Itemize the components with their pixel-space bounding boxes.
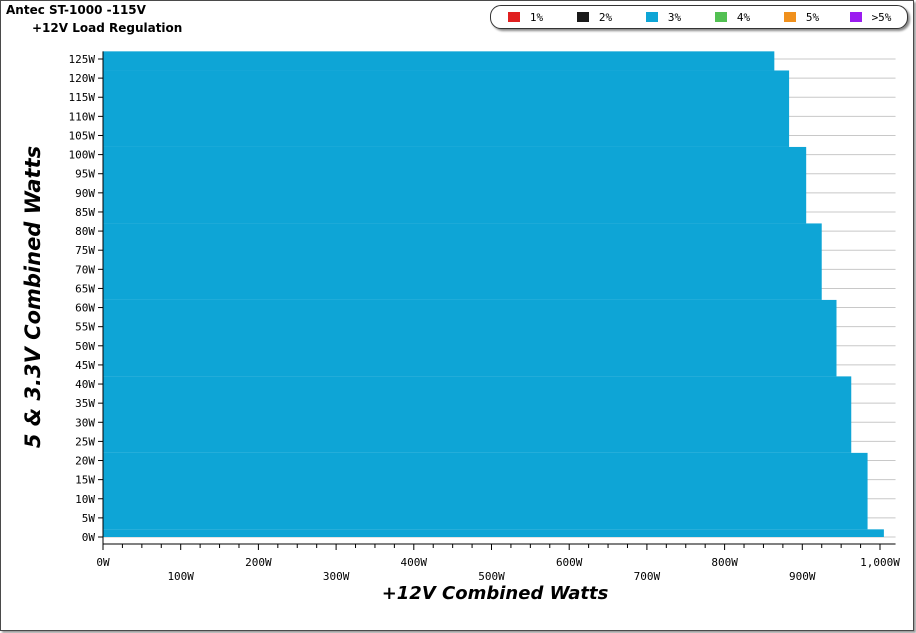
x-tick-label: 100W [167,570,194,583]
area-step-1 [103,452,868,530]
x-tick-label: 800W [711,556,738,569]
y-tick-label: 70W [75,263,95,276]
x-tick-label: 0W [96,556,110,569]
y-tick-label: 0W [82,531,96,544]
x-tick-label: 600W [556,556,583,569]
x-tick-label: 500W [478,570,505,583]
y-tick-label: 10W [75,493,95,506]
y-tick-label: 60W [75,302,95,315]
area-step-2 [103,376,852,453]
y-tick-label: 15W [75,474,95,487]
x-tick-label: 300W [323,570,350,583]
x-tick-label: 200W [245,556,272,569]
y-tick-label: 100W [69,149,96,162]
x-tick-label: 400W [401,556,428,569]
x-tick-label: 700W [634,570,661,583]
y-tick-label: 45W [75,359,95,372]
y-tick-label: 20W [75,455,95,468]
y-tick-label: 95W [75,168,95,181]
y-tick-label: 50W [75,340,95,353]
y-tick-label: 25W [75,435,95,448]
y-tick-label: 110W [69,110,96,123]
y-tick-label: 105W [69,129,96,142]
y-tick-label: 5W [82,512,96,525]
y-tick-label: 30W [75,416,95,429]
y-axis-label: 5 & 3.3V Combined Watts [21,145,45,449]
y-tick-label: 80W [75,225,95,238]
y-tick-label: 65W [75,282,95,295]
chart-plot: 0W 5W 10W 15W 20W 25W 30W 35W 40W 45W 50W 55W 60W 65W… [69,51,900,583]
y-tick-label: 85W [75,206,95,219]
y-tick-label: 90W [75,187,95,200]
y-tick-label: 40W [75,378,95,391]
area-step-4 [103,223,822,300]
area-step-5 [103,146,807,224]
y-tick-label: 55W [75,321,95,334]
x-tick-label: 900W [789,570,816,583]
y-tick-label: 120W [69,72,96,85]
x-tick-label: 1,000W [860,556,900,569]
y-tick-label: 125W [69,53,96,66]
area-step-3 [103,299,837,377]
y-tick-label: 75W [75,244,95,257]
y-tick-label: 35W [75,397,95,410]
x-axis-label: +12V Combined Watts [381,583,609,604]
y-tick-label: 115W [69,91,96,104]
area-step-0 [103,529,884,537]
area-step-6 [103,70,790,147]
area-step-7 [103,51,775,71]
